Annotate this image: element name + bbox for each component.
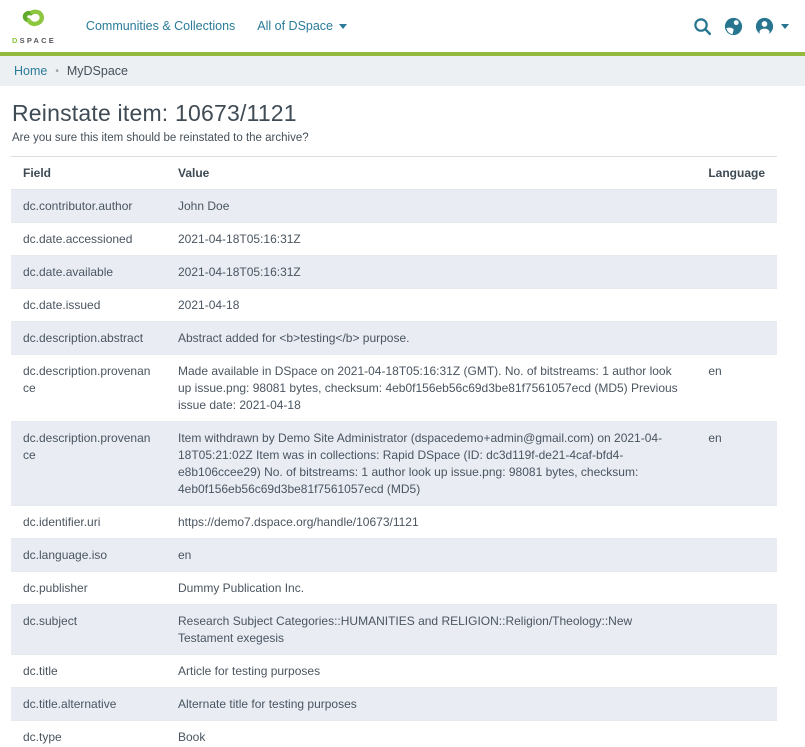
field-cell: dc.date.available: [11, 256, 166, 289]
value-cell: 2021-04-18: [166, 289, 696, 322]
header-left: DSPACE Communities & Collections All of …: [12, 8, 347, 45]
language-cell: en: [696, 355, 777, 422]
header-actions: [692, 16, 789, 37]
field-cell: dc.description.abstract: [11, 322, 166, 355]
metadata-table-body: dc.contributor.authorJohn Doedc.date.acc…: [11, 190, 777, 747]
column-header-value: Value: [166, 157, 696, 190]
table-row: dc.description.provenanceItem withdrawn …: [11, 422, 777, 506]
table-row: dc.date.issued2021-04-18: [11, 289, 777, 322]
metadata-table-head: Field Value Language: [11, 157, 777, 190]
field-cell: dc.title: [11, 655, 166, 688]
page-title: Reinstate item: 10673/1121: [12, 100, 777, 127]
table-row: dc.identifier.urihttps://demo7.dspace.or…: [11, 506, 777, 539]
nav-all-of-dspace[interactable]: All of DSpace: [257, 19, 347, 33]
language-cell: [696, 605, 777, 655]
language-cell: en: [696, 422, 777, 506]
value-cell: https://demo7.dspace.org/handle/10673/11…: [166, 506, 696, 539]
value-cell: 2021-04-18T05:16:31Z: [166, 256, 696, 289]
main-nav: Communities & Collections All of DSpace: [86, 19, 347, 33]
table-row: dc.description.provenanceMade available …: [11, 355, 777, 422]
nav-communities-collections[interactable]: Communities & Collections: [86, 19, 235, 33]
table-row: dc.contributor.authorJohn Doe: [11, 190, 777, 223]
main-content: Reinstate item: 10673/1121 Are you sure …: [0, 100, 805, 747]
language-cell: [696, 721, 777, 747]
field-cell: dc.language.iso: [11, 539, 166, 572]
dspace-logo[interactable]: DSPACE: [12, 8, 56, 45]
language-cell: [696, 289, 777, 322]
field-cell: dc.subject: [11, 605, 166, 655]
search-icon[interactable]: [692, 16, 713, 37]
value-cell: 2021-04-18T05:16:31Z: [166, 223, 696, 256]
language-cell: [696, 190, 777, 223]
field-cell: dc.date.issued: [11, 289, 166, 322]
language-cell: [696, 256, 777, 289]
table-row: dc.title.alternativeAlternate title for …: [11, 688, 777, 721]
confirmation-question: Are you sure this item should be reinsta…: [12, 132, 777, 144]
language-globe-icon[interactable]: [723, 16, 744, 37]
table-row: dc.typeBook: [11, 721, 777, 747]
breadcrumb-home[interactable]: Home: [14, 64, 47, 78]
table-row: dc.titleArticle for testing purposes: [11, 655, 777, 688]
table-row: dc.subjectResearch Subject Categories::H…: [11, 605, 777, 655]
chevron-down-icon: [339, 24, 347, 29]
value-cell: Dummy Publication Inc.: [166, 572, 696, 605]
language-cell: [696, 688, 777, 721]
top-header: DSPACE Communities & Collections All of …: [0, 0, 805, 52]
language-cell: [696, 223, 777, 256]
value-cell: Article for testing purposes: [166, 655, 696, 688]
field-cell: dc.description.provenance: [11, 355, 166, 422]
value-cell: Research Subject Categories::HUMANITIES …: [166, 605, 696, 655]
table-row: dc.language.isoen: [11, 539, 777, 572]
value-cell: Alternate title for testing purposes: [166, 688, 696, 721]
field-cell: dc.title.alternative: [11, 688, 166, 721]
value-cell: Made available in DSpace on 2021-04-18T0…: [166, 355, 696, 422]
field-cell: dc.contributor.author: [11, 190, 166, 223]
table-row: dc.date.available2021-04-18T05:16:31Z: [11, 256, 777, 289]
language-cell: [696, 539, 777, 572]
value-cell: Book: [166, 721, 696, 747]
table-row: dc.description.abstractAbstract added fo…: [11, 322, 777, 355]
nav-all-of-dspace-label: All of DSpace: [257, 19, 333, 33]
field-cell: dc.description.provenance: [11, 422, 166, 506]
value-cell: Abstract added for <b>testing</b> purpos…: [166, 322, 696, 355]
table-row: dc.date.accessioned2021-04-18T05:16:31Z: [11, 223, 777, 256]
field-cell: dc.identifier.uri: [11, 506, 166, 539]
field-cell: dc.date.accessioned: [11, 223, 166, 256]
breadcrumb: Home • MyDSpace: [0, 56, 805, 86]
value-cell: Item withdrawn by Demo Site Administrato…: [166, 422, 696, 506]
column-header-language: Language: [696, 157, 777, 190]
chevron-down-icon: [781, 24, 789, 29]
language-cell: [696, 572, 777, 605]
language-cell: [696, 322, 777, 355]
field-cell: dc.type: [11, 721, 166, 747]
value-cell: John Doe: [166, 190, 696, 223]
language-cell: [696, 655, 777, 688]
user-menu-icon[interactable]: [754, 16, 789, 37]
language-cell: [696, 506, 777, 539]
value-cell: en: [166, 539, 696, 572]
field-cell: dc.publisher: [11, 572, 166, 605]
breadcrumb-current: MyDSpace: [67, 64, 128, 78]
breadcrumb-separator: •: [55, 66, 59, 77]
dspace-wordmark: DSPACE: [12, 36, 56, 45]
table-row: dc.publisherDummy Publication Inc.: [11, 572, 777, 605]
dspace-logo-icon: [20, 8, 47, 35]
metadata-table: Field Value Language dc.contributor.auth…: [11, 156, 777, 747]
column-header-field: Field: [11, 157, 166, 190]
